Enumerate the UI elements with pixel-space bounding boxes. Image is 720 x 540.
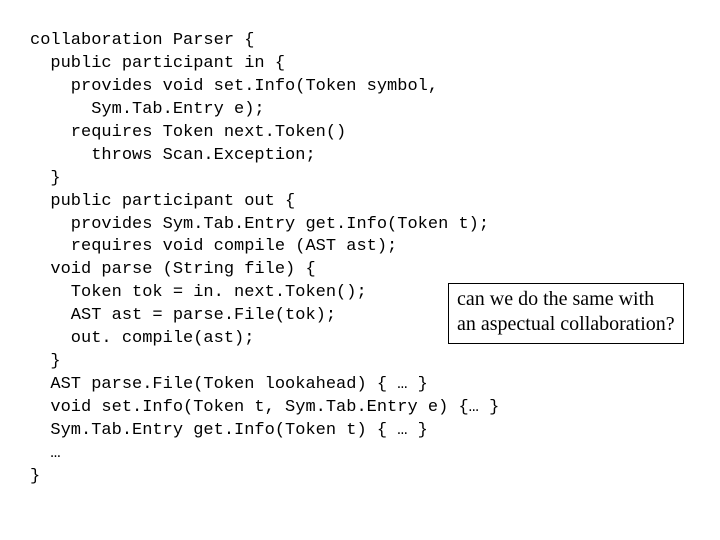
code-line: out. compile(ast); bbox=[30, 329, 254, 348]
code-line: Sym.Tab.Entry e); bbox=[30, 100, 265, 119]
code-line: provides void set.Info(Token symbol, bbox=[30, 77, 438, 96]
code-line: requires void compile (AST ast); bbox=[30, 237, 397, 256]
code-line: void set.Info(Token t, Sym.Tab.Entry e) … bbox=[30, 398, 499, 417]
code-line: AST ast = parse.File(tok); bbox=[30, 306, 336, 325]
callout-box: can we do the same with an aspectual col… bbox=[448, 283, 684, 344]
code-line: … bbox=[30, 444, 61, 463]
code-line: } bbox=[30, 169, 61, 188]
code-line: public participant out { bbox=[30, 192, 295, 211]
code-line: AST parse.File(Token lookahead) { … } bbox=[30, 375, 428, 394]
code-line: void parse (String file) { bbox=[30, 260, 316, 279]
code-line: throws Scan.Exception; bbox=[30, 146, 316, 165]
code-line: Sym.Tab.Entry get.Info(Token t) { … } bbox=[30, 421, 428, 440]
code-line: } bbox=[30, 352, 61, 371]
code-line: Token tok = in. next.Token(); bbox=[30, 283, 367, 302]
callout-text: can we do the same with an aspectual col… bbox=[457, 288, 675, 335]
code-block: collaboration Parser { public participan… bbox=[30, 30, 499, 489]
code-line: } bbox=[30, 467, 40, 486]
code-line: collaboration Parser { bbox=[30, 31, 254, 50]
code-line: requires Token next.Token() bbox=[30, 123, 346, 142]
code-line: public participant in { bbox=[30, 54, 285, 73]
code-line: provides Sym.Tab.Entry get.Info(Token t)… bbox=[30, 215, 489, 234]
